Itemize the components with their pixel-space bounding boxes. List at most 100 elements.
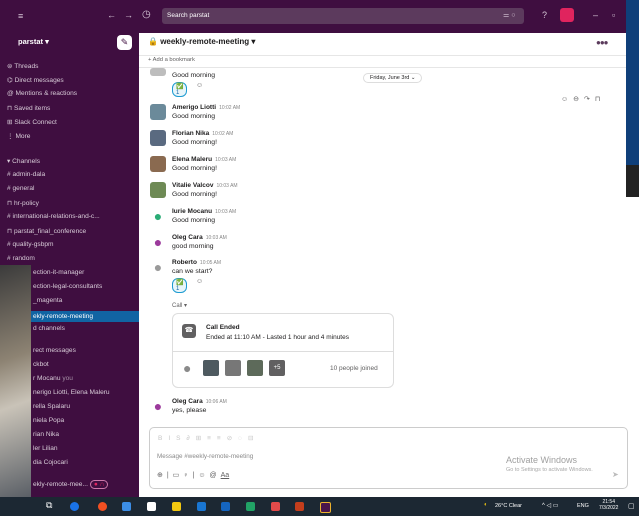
members-icon[interactable]: ●●● (596, 38, 608, 47)
avatar (150, 104, 166, 120)
hamburger-icon[interactable]: ≡ (18, 11, 23, 21)
message-author: Oleg Cara 10:03 AM (172, 234, 227, 241)
user-icon: ● (150, 259, 166, 275)
message-text: Good morning! (172, 139, 217, 146)
user-icon: ● (150, 398, 166, 414)
sidebar-channel[interactable]: ection-legal-consultants (33, 283, 102, 290)
message-author: Elena Maleru 10:03 AM (172, 156, 237, 163)
user-icon: ● (183, 360, 192, 376)
sidebar-dm[interactable]: ckbot (33, 361, 49, 368)
filter-icon[interactable]: ⚌ ○ (503, 11, 515, 19)
message-author: Oleg Cara 10:06 AM (172, 398, 227, 405)
language-indicator[interactable]: ENG (577, 503, 589, 509)
message-text: can we start? (172, 268, 213, 275)
search-input[interactable]: Search parstat (162, 8, 524, 24)
message-author: Amerigo Liotti 10:02 AM (172, 104, 241, 111)
message-input[interactable]: Message #weekly-remote-meeting (157, 453, 253, 460)
history-icon[interactable]: ◷ (142, 9, 151, 20)
sidebar-item-mentions[interactable]: @ Mentions & reactions (7, 90, 77, 97)
back-icon[interactable]: ← (107, 10, 116, 20)
message-actions[interactable]: ☺⊖↷⊓ (561, 95, 605, 103)
workspace-name[interactable]: parstat ▾ (18, 37, 49, 46)
reaction-badge[interactable]: ✅ 1 (172, 82, 188, 97)
user-icon: ● (150, 234, 166, 250)
weather-text[interactable]: 26°C Clear (495, 503, 522, 509)
message-text: Good morning (172, 72, 216, 79)
maximize-icon[interactable]: ▫ (612, 10, 615, 20)
outlook-icon[interactable] (197, 502, 206, 511)
avatar (225, 360, 241, 376)
date-divider[interactable]: Friday, June 3rd ⌄ (363, 73, 423, 83)
sidebar-dm[interactable]: ler Lilian (33, 445, 58, 452)
reaction-badge[interactable]: ✅ 1 (172, 278, 188, 293)
clock[interactable]: 21:54 7/3/2022 (599, 499, 618, 511)
format-toolbar[interactable]: BIS∂⊞≡≡⊘◌⊟ (158, 434, 259, 442)
divider (173, 351, 393, 352)
channel-title[interactable]: 🔒 weekly-remote-meeting ▾ (148, 37, 255, 46)
sidebar-dm[interactable]: niela Popa (33, 417, 64, 424)
sidebar-dm[interactable]: rella Spalaru (33, 403, 70, 410)
sidebar-channel[interactable]: # quality-gsbpm (7, 241, 54, 248)
sidebar-item-dms[interactable]: ⌬ Direct messages (7, 76, 64, 84)
compose-button[interactable]: ✎ (117, 35, 132, 50)
powerpoint-icon[interactable] (295, 502, 304, 511)
channel-header: 🔒 weekly-remote-meeting ▾ ●●● (139, 33, 626, 56)
sidebar-channel[interactable]: d channels (33, 325, 65, 332)
notification-icon[interactable]: ▢ (628, 502, 635, 510)
message-text: yes, please (172, 407, 207, 414)
weather-icon: ◐ (484, 502, 488, 508)
explorer-icon[interactable] (172, 502, 181, 511)
call-label[interactable]: Call ▾ (172, 302, 187, 309)
add-reaction-icon[interactable]: ☺ (196, 82, 203, 89)
app-icon[interactable] (271, 502, 280, 511)
sidebar-channel[interactable]: # international-relations-and-c... (7, 213, 100, 220)
word-icon[interactable] (221, 502, 230, 511)
sidebar-item-more[interactable]: ⋮ More (7, 132, 30, 140)
activation-watermark-sub: Go to Settings to activate Windows. (506, 467, 593, 473)
sidebar-dm[interactable]: nerigo Liotti, Elena Maleru (33, 389, 110, 396)
huddle-bar[interactable]: ekly-remote-mee... ● ∩ (33, 480, 109, 489)
add-reaction-icon[interactable]: ☺ (196, 278, 203, 285)
sidebar-item-connect[interactable]: ⊞ Slack Connect (7, 118, 57, 126)
channels-header[interactable]: ▾ Channels (7, 157, 40, 165)
avatar (150, 182, 166, 198)
forward-icon[interactable]: → (124, 10, 133, 20)
sidebar-dm[interactable]: rian Nika (33, 431, 59, 438)
task-view-icon[interactable]: ⧉ (46, 500, 52, 511)
add-bookmark-link[interactable]: + Add a bookmark (148, 57, 195, 63)
avatar (247, 360, 263, 376)
sidebar-channel[interactable]: # admin-dala (7, 171, 45, 178)
dm-header[interactable]: rect messages (33, 347, 76, 354)
excel-icon[interactable] (246, 502, 255, 511)
composer-actions[interactable]: ⊕|▭♀|☺@Aa (157, 471, 229, 479)
tray-icons[interactable]: ^ ◁ ▭ (542, 502, 558, 509)
sidebar-channel[interactable]: ⊓ hr-policy (7, 199, 39, 207)
sidebar-dm[interactable]: dia Cojocari (33, 459, 68, 466)
call-title: Call Ended (206, 324, 240, 331)
message-author: Iurie Mocanu 10:03 AM (172, 208, 237, 215)
store-icon[interactable] (122, 502, 131, 511)
sidebar-item-threads[interactable]: ⊜ Threads (7, 62, 38, 70)
message-text: Good morning (172, 113, 216, 120)
sidebar-channel[interactable]: _magenta (33, 297, 62, 304)
sidebar-channel[interactable]: ection-it-manager (33, 269, 84, 276)
call-card[interactable]: ☎ Call Ended Ended at 11:10 AM - Lasted … (172, 313, 394, 388)
sidebar-dm[interactable]: r Mocanu you (33, 375, 73, 382)
chrome-icon[interactable] (70, 502, 79, 511)
sidebar-channel[interactable]: ⊓ parstat_final_conference (7, 227, 86, 235)
help-icon[interactable]: ? (542, 10, 547, 20)
slack-icon[interactable] (320, 502, 331, 513)
opera-icon[interactable] (98, 502, 107, 511)
sidebar-channel[interactable]: # random (7, 255, 35, 262)
file-icon[interactable] (147, 502, 156, 511)
minimize-icon[interactable]: – (593, 10, 598, 20)
sidebar-channel[interactable]: # general (7, 185, 35, 192)
activation-watermark: Activate Windows (506, 455, 578, 465)
send-icon[interactable]: ➤ (612, 470, 619, 479)
joined-count: 10 people joined (330, 365, 378, 372)
user-avatar[interactable] (560, 8, 574, 22)
message-text: Good morning (172, 217, 216, 224)
avatar (150, 68, 166, 76)
sidebar-item-saved[interactable]: ⊓ Saved items (7, 104, 50, 112)
message-text: Good morning! (172, 165, 217, 172)
